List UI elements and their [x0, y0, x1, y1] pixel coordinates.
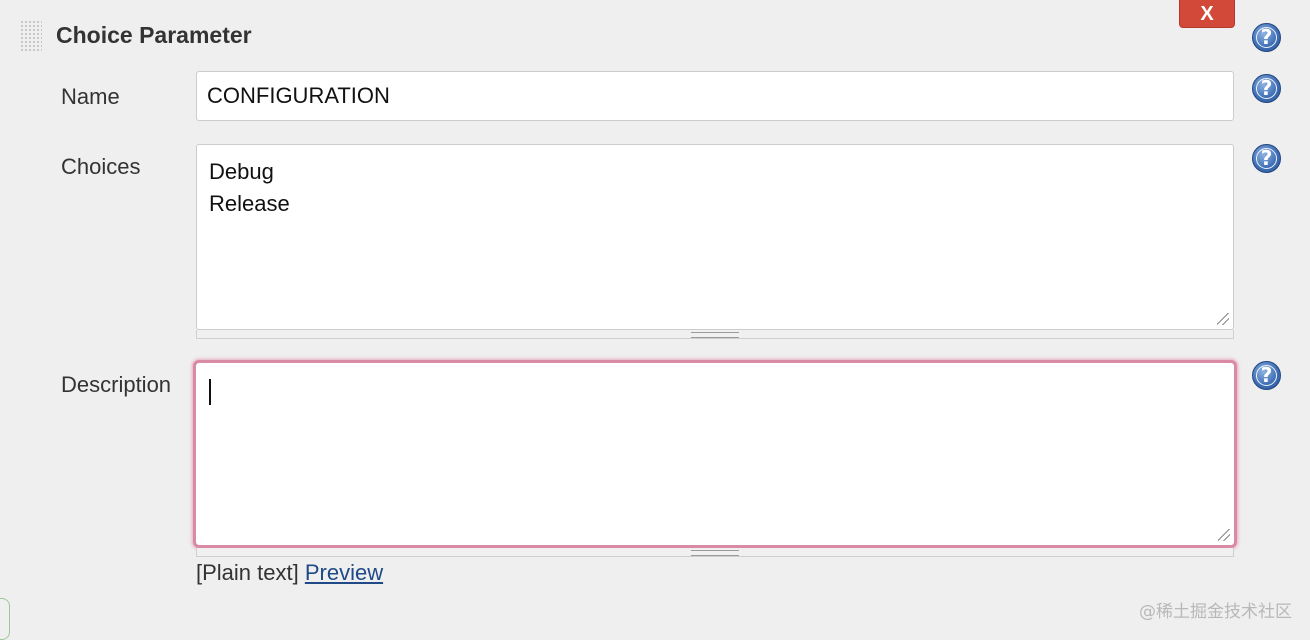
help-icon[interactable]: ?	[1252, 23, 1281, 52]
preview-link[interactable]: Preview	[305, 560, 383, 585]
grip-icon	[691, 332, 739, 338]
section-title: Choice Parameter	[56, 22, 252, 48]
name-label: Name	[61, 84, 120, 109]
choices-label: Choices	[61, 154, 141, 179]
choice-line: Debug	[209, 159, 274, 184]
choice-parameter-panel: Choice Parameter X ? ? ? ? Name Choices …	[0, 0, 1310, 640]
help-icon[interactable]: ?	[1252, 74, 1281, 103]
description-textarea[interactable]	[193, 360, 1237, 548]
edge-decoration	[0, 598, 10, 640]
grip-icon	[691, 550, 739, 556]
delete-parameter-button[interactable]: X	[1179, 0, 1235, 28]
help-icon[interactable]: ?	[1252, 361, 1281, 390]
watermark: @稀土掘金技术社区	[1139, 602, 1292, 622]
name-input[interactable]	[196, 71, 1234, 121]
resize-corner-icon[interactable]	[1217, 313, 1229, 325]
description-resize-bar[interactable]	[196, 548, 1234, 557]
choice-line: Release	[209, 191, 290, 216]
choices-textarea[interactable]: Debug Release	[196, 144, 1234, 330]
drag-handle-icon[interactable]	[20, 20, 42, 52]
choices-resize-bar[interactable]	[196, 330, 1234, 339]
resize-corner-icon[interactable]	[1218, 529, 1230, 541]
plain-text-label: [Plain text]	[196, 560, 299, 585]
format-indicator: [Plain text] Preview	[196, 560, 383, 586]
text-caret	[209, 379, 211, 405]
help-icon[interactable]: ?	[1252, 144, 1281, 173]
description-label: Description	[61, 372, 172, 397]
